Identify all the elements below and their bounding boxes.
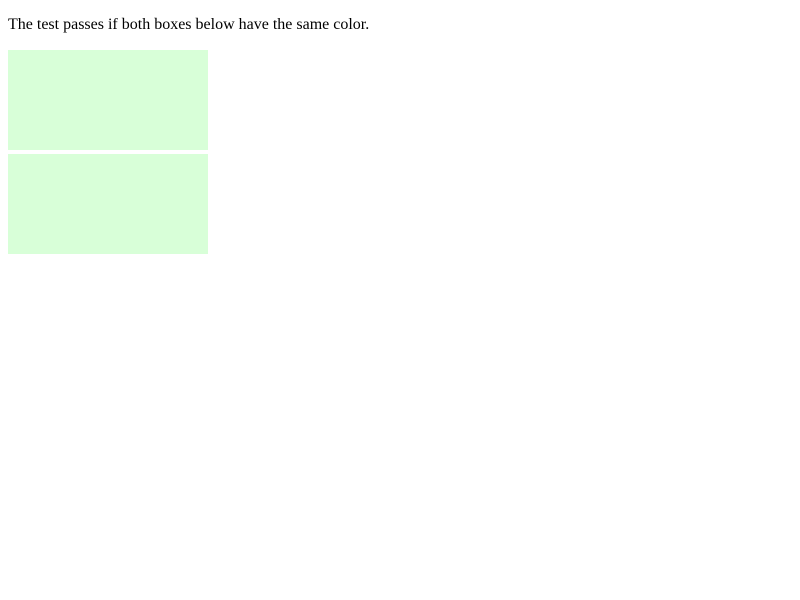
top-color-box — [8, 50, 208, 150]
color-boxes — [8, 50, 208, 254]
test-instruction-text: The test passes if both boxes below have… — [8, 16, 370, 33]
test-page: The test passes if both boxes below have… — [8, 0, 792, 254]
bottom-color-box — [8, 154, 208, 254]
